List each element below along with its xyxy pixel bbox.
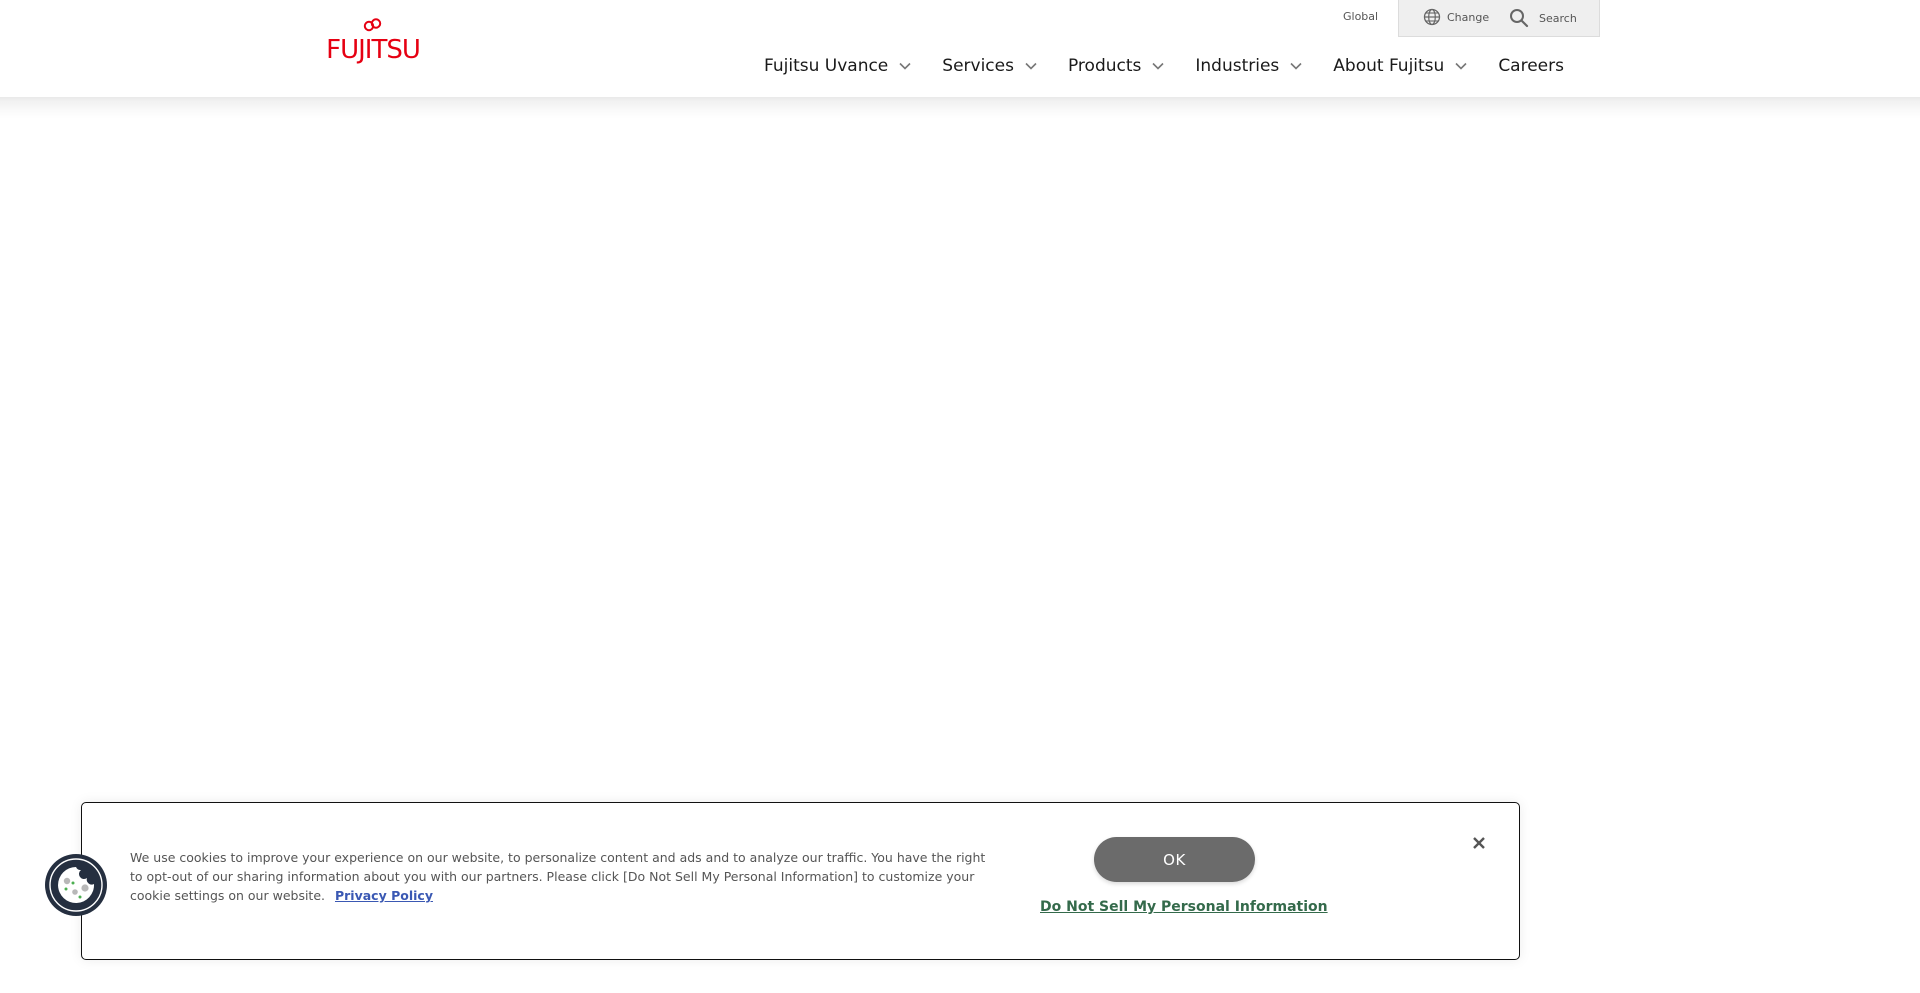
chevron-down-icon bbox=[1025, 62, 1037, 70]
change-label: Change bbox=[1447, 10, 1490, 24]
nav-item-fujitsu-uvance[interactable]: Fujitsu Uvance bbox=[764, 56, 912, 76]
nav-item-about-fujitsu[interactable]: About Fujitsu bbox=[1333, 56, 1468, 76]
change-region-button[interactable]: Change bbox=[1423, 8, 1489, 26]
nav-label: Industries bbox=[1195, 56, 1280, 76]
header-shadow bbox=[0, 97, 1920, 119]
fujitsu-logo[interactable]: FUJITSU bbox=[323, 18, 423, 70]
nav-item-products[interactable]: Products bbox=[1068, 56, 1165, 76]
nav-label: About Fujitsu bbox=[1333, 56, 1445, 76]
chevron-down-icon bbox=[899, 62, 911, 70]
search-icon bbox=[1510, 9, 1529, 28]
site-header: FUJITSU Global Change Search Fujitsu Uva… bbox=[0, 0, 1920, 97]
cookie-message-text: We use cookies to improve your experienc… bbox=[130, 850, 986, 903]
nav-label: Careers bbox=[1498, 56, 1564, 76]
nav-item-careers[interactable]: Careers bbox=[1498, 56, 1564, 76]
ok-button[interactable]: OK bbox=[1094, 837, 1255, 882]
globe-icon bbox=[1423, 8, 1441, 26]
chevron-down-icon bbox=[1455, 62, 1467, 70]
cookie-message: We use cookies to improve your experienc… bbox=[130, 848, 1000, 905]
close-button[interactable] bbox=[1469, 833, 1489, 853]
close-icon bbox=[1473, 837, 1485, 849]
do-not-sell-link[interactable]: Do Not Sell My Personal Information bbox=[1040, 899, 1328, 915]
fujitsu-logo-icon: FUJITSU bbox=[326, 18, 421, 65]
logo-text: FUJITSU bbox=[326, 35, 420, 65]
nav-label: Services bbox=[942, 56, 1014, 76]
cookie-settings-button[interactable] bbox=[45, 854, 107, 916]
search-label: Search bbox=[1539, 11, 1577, 25]
chevron-down-icon bbox=[1290, 62, 1302, 70]
nav-item-services[interactable]: Services bbox=[942, 56, 1038, 76]
utility-box: Change Search bbox=[1398, 0, 1600, 37]
nav-label: Products bbox=[1067, 56, 1142, 76]
chevron-down-icon bbox=[1152, 62, 1164, 70]
main-nav: Fujitsu Uvance Services Products Industr… bbox=[764, 56, 1564, 76]
nav-item-industries[interactable]: Industries bbox=[1195, 56, 1303, 76]
region-label: Global bbox=[1343, 10, 1379, 23]
privacy-policy-link[interactable]: Privacy Policy bbox=[335, 888, 433, 903]
cookie-icon bbox=[49, 858, 103, 912]
nav-label: Fujitsu Uvance bbox=[764, 56, 889, 76]
search-button[interactable]: Search bbox=[1509, 8, 1577, 28]
cookie-banner: We use cookies to improve your experienc… bbox=[81, 802, 1520, 960]
